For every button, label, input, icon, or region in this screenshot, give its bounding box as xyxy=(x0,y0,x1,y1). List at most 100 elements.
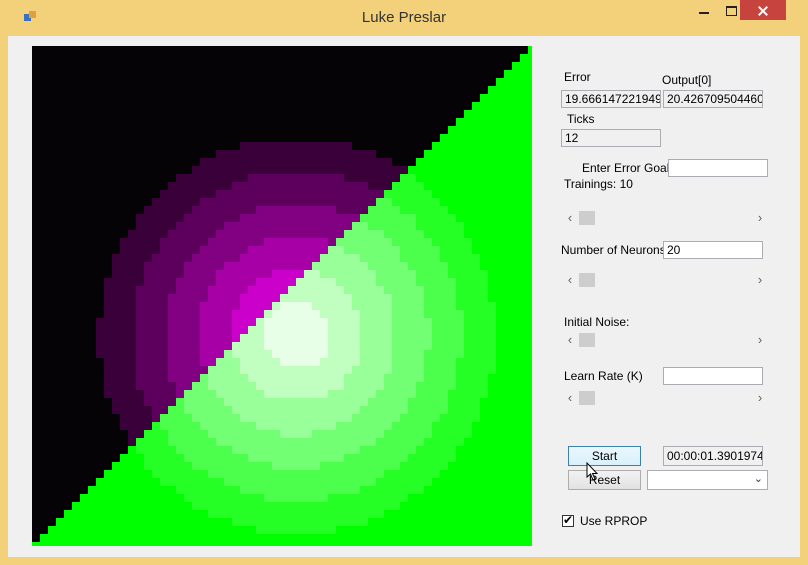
chevron-right-icon[interactable]: › xyxy=(753,271,767,289)
output-pixel xyxy=(376,374,384,382)
chevron-right-icon[interactable]: › xyxy=(753,389,767,407)
output-pixel xyxy=(480,246,488,254)
slider-thumb[interactable] xyxy=(579,211,595,225)
output-pixel xyxy=(328,470,336,478)
output-pixel xyxy=(192,398,200,406)
output-pixel xyxy=(176,62,184,70)
output-pixel xyxy=(384,454,392,462)
error-field[interactable]: 19.666147221949 xyxy=(561,90,661,108)
output-pixel xyxy=(416,486,424,494)
output-pixel xyxy=(376,430,384,438)
output-pixel xyxy=(312,166,320,174)
chevron-right-icon[interactable]: › xyxy=(753,209,767,227)
output-pixel xyxy=(504,238,512,246)
output-pixel xyxy=(480,350,488,358)
slider-thumb[interactable] xyxy=(579,333,595,347)
slider-thumb[interactable] xyxy=(579,273,595,287)
output-pixel xyxy=(48,438,56,446)
output-pixel xyxy=(168,94,176,102)
output-pixel xyxy=(32,518,40,526)
close-button[interactable] xyxy=(740,0,786,20)
output-pixel xyxy=(376,198,384,206)
output-pixel xyxy=(472,174,480,182)
output-pixel xyxy=(168,118,176,126)
output-pixel xyxy=(64,158,72,166)
output-pixel xyxy=(384,150,392,158)
chevron-left-icon[interactable]: ‹ xyxy=(563,271,577,289)
output-pixel xyxy=(304,310,312,318)
output-pixel xyxy=(176,126,184,134)
chevron-left-icon[interactable]: ‹ xyxy=(563,331,577,349)
output-pixel xyxy=(248,342,256,350)
output-pixel xyxy=(352,286,360,294)
output-pixel xyxy=(280,398,288,406)
output-pixel xyxy=(32,470,40,478)
error-label: Error xyxy=(564,70,591,84)
output-pixel xyxy=(32,206,40,214)
output-pixel xyxy=(232,366,240,374)
minimize-button[interactable] xyxy=(690,0,718,20)
output-pixel xyxy=(136,294,144,302)
error-goal-label: Enter Error Goal xyxy=(582,161,670,175)
output-pixel xyxy=(216,206,224,214)
output-pixel xyxy=(56,358,64,366)
error-goal-input[interactable] xyxy=(668,159,768,177)
output-pixel xyxy=(112,230,120,238)
output-pixel xyxy=(312,134,320,142)
output-pixel xyxy=(256,102,264,110)
output-pixel xyxy=(136,502,144,510)
output-pixel xyxy=(280,262,288,270)
chevron-left-icon[interactable]: ‹ xyxy=(563,209,577,227)
output-pixel xyxy=(376,270,384,278)
output-pixel xyxy=(32,70,40,78)
output-pixel xyxy=(456,230,464,238)
output-pixel xyxy=(336,478,344,486)
output-pixel xyxy=(352,118,360,126)
output-pixel xyxy=(344,366,352,374)
output-pixel xyxy=(56,494,64,502)
output-pixel xyxy=(384,470,392,478)
output-pixel xyxy=(224,198,232,206)
output-pixel xyxy=(256,470,264,478)
output-pixel xyxy=(440,78,448,86)
neurons-slider[interactable]: ‹ › xyxy=(563,271,767,289)
mode-dropdown[interactable]: ⌄ xyxy=(647,470,768,490)
output-pixel xyxy=(152,430,160,438)
reset-button[interactable]: Reset xyxy=(568,470,641,490)
output-pixel xyxy=(152,502,160,510)
output-pixel xyxy=(272,398,280,406)
output-pixel xyxy=(304,198,312,206)
output-pixel xyxy=(352,190,360,198)
ticks-field[interactable]: 12 xyxy=(561,129,661,147)
learn-rate-input[interactable] xyxy=(663,367,763,385)
output-pixel xyxy=(488,158,496,166)
output-pixel xyxy=(376,78,384,86)
output-pixel xyxy=(488,486,496,494)
noise-slider[interactable]: ‹ › xyxy=(563,331,767,349)
output-pixel xyxy=(56,102,64,110)
output-pixel xyxy=(424,478,432,486)
start-button[interactable]: Start xyxy=(568,446,641,466)
output-field[interactable]: 20.4267095044603 xyxy=(663,90,763,108)
output-pixel xyxy=(464,150,472,158)
output-pixel xyxy=(472,358,480,366)
chevron-right-icon[interactable]: › xyxy=(753,331,767,349)
output-pixel xyxy=(456,118,464,126)
neurons-input[interactable]: 20 xyxy=(663,241,763,259)
chevron-down-icon[interactable]: ⌄ xyxy=(754,472,763,485)
slider-thumb[interactable] xyxy=(579,391,595,405)
output-pixel xyxy=(88,382,96,390)
rprop-checkbox[interactable] xyxy=(562,513,574,527)
output-pixel xyxy=(280,438,288,446)
output-pixel xyxy=(136,182,144,190)
output-pixel xyxy=(296,278,304,286)
output-pixel xyxy=(408,222,416,230)
elapsed-time-field[interactable]: 00:00:01.3901974 xyxy=(663,446,763,466)
chevron-left-icon[interactable]: ‹ xyxy=(563,389,577,407)
trainings-slider[interactable]: ‹ › xyxy=(563,209,767,227)
learn-rate-slider[interactable]: ‹ › xyxy=(563,389,767,407)
output-pixel xyxy=(360,294,368,302)
output-pixel xyxy=(80,254,88,262)
output-pixel xyxy=(368,270,376,278)
output-pixel xyxy=(376,438,384,446)
